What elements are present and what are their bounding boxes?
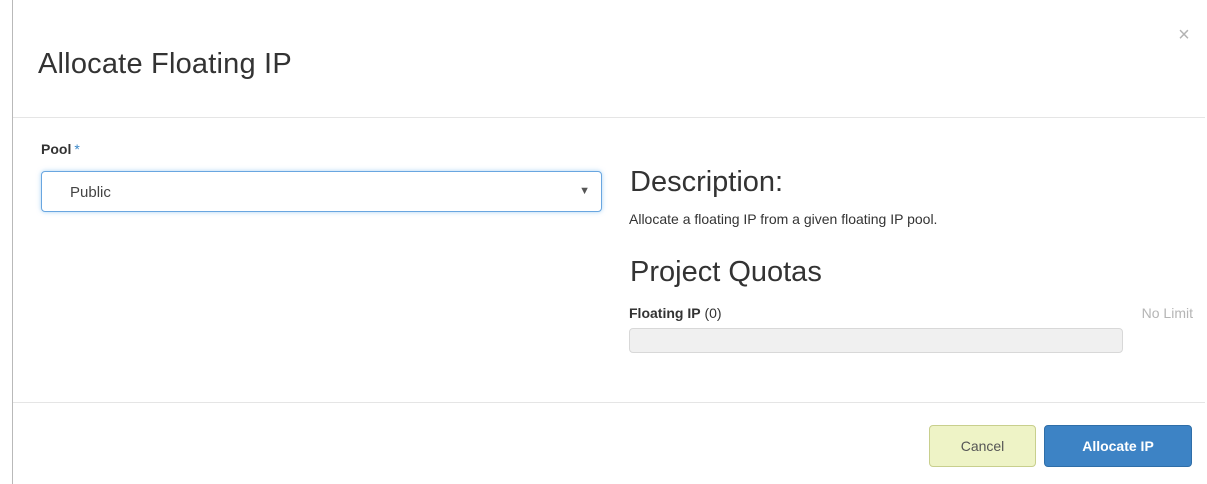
floating-ip-quota-label: Floating IP (0) [629, 305, 722, 321]
quota-item-label: Floating IP [629, 305, 701, 321]
quota-item-count: (0) [704, 305, 722, 321]
modal-footer: Cancel Allocate IP [13, 402, 1205, 484]
quota-limit-text: No Limit [1141, 305, 1193, 321]
pool-select[interactable]: Public ▼ [41, 171, 602, 212]
allocate-floating-ip-modal: Allocate Floating IP × Pool * Public ▼ De… [12, 0, 1205, 484]
pool-label-text: Pool [41, 141, 72, 157]
pool-label: Pool * [41, 141, 80, 157]
description-text: Allocate a floating IP from a given floa… [629, 211, 938, 227]
allocate-ip-button[interactable]: Allocate IP [1044, 425, 1192, 467]
project-quotas-heading: Project Quotas [630, 256, 822, 288]
pool-selected-value: Public [70, 184, 111, 201]
floating-ip-quota-progress [629, 328, 1123, 353]
description-heading: Description: [630, 166, 784, 198]
caret-down-icon: ▼ [579, 185, 590, 197]
modal-header: Allocate Floating IP × [13, 0, 1205, 118]
modal-title: Allocate Floating IP [38, 48, 292, 80]
cancel-button[interactable]: Cancel [929, 425, 1036, 467]
required-mark: * [74, 141, 80, 157]
close-icon[interactable]: × [1173, 24, 1195, 46]
